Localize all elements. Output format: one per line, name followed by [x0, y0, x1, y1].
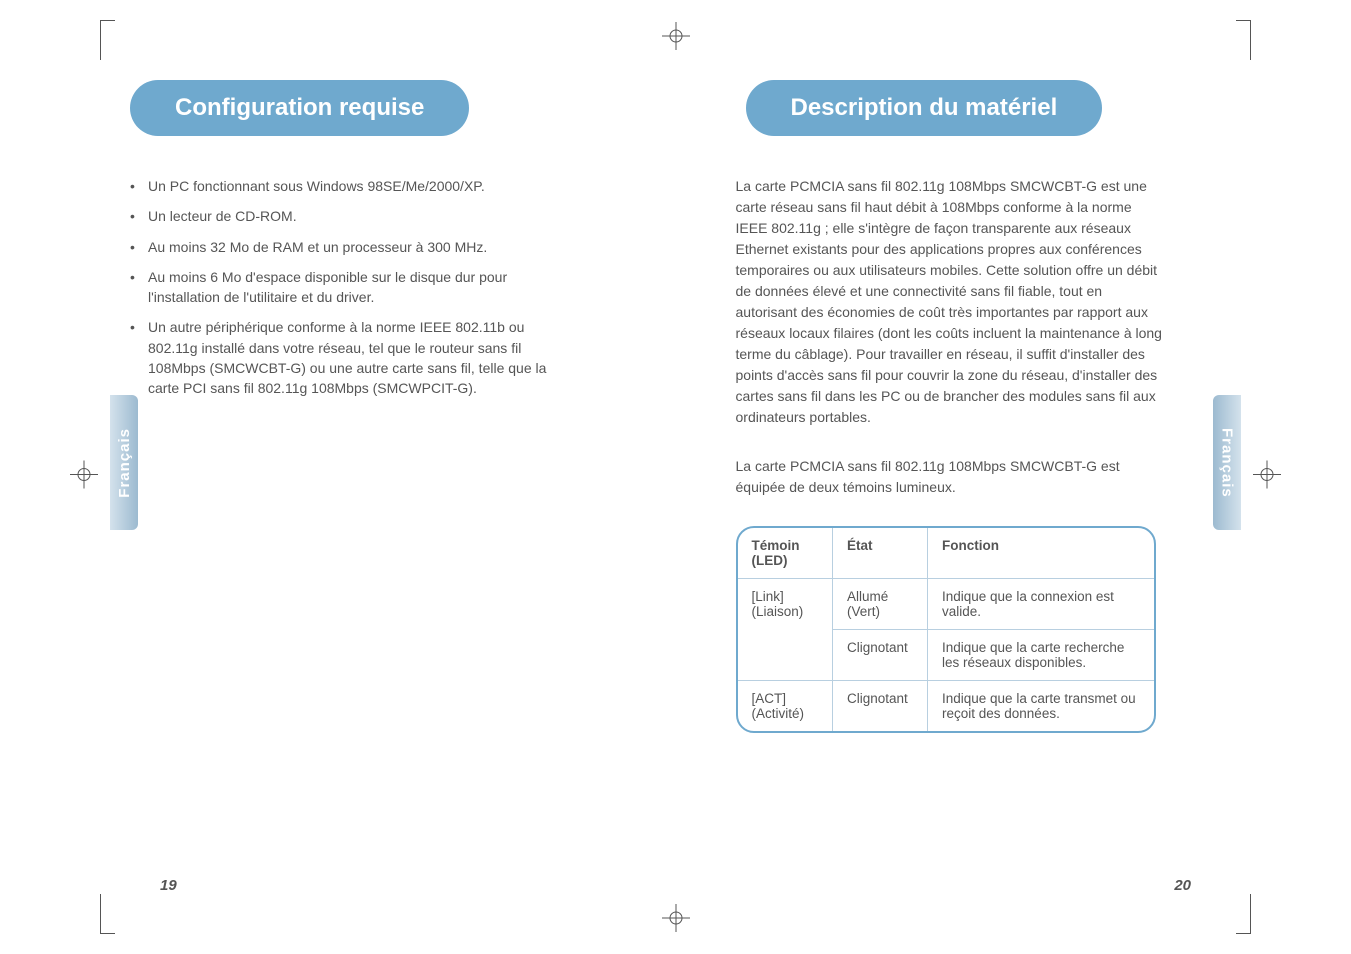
hardware-paragraph-2: La carte PCMCIA sans fil 802.11g 108Mbps…: [736, 456, 1166, 498]
table-header-row: Témoin (LED) État Fonction: [738, 528, 1154, 579]
list-item: Un autre périphérique conforme à la norm…: [130, 317, 550, 398]
table-cell: [Link] (Liaison): [738, 579, 833, 681]
table-cell: Clignotant: [833, 681, 928, 732]
table-cell: [ACT] (Activité): [738, 681, 833, 732]
table-row: [ACT] (Activité) Clignotant Indique que …: [738, 681, 1154, 732]
section-heading-config: Configuration requise: [130, 80, 469, 136]
table-header: État: [833, 528, 928, 579]
table-cell: Indique que la carte transmet ou reçoit …: [928, 681, 1154, 732]
list-item: Au moins 32 Mo de RAM et un processeur à…: [130, 237, 550, 257]
list-item: Un PC fonctionnant sous Windows 98SE/Me/…: [130, 176, 550, 196]
page-left: Configuration requise Un PC fonctionnant…: [0, 0, 676, 954]
table-header: Témoin (LED): [738, 528, 833, 579]
hardware-paragraph-1: La carte PCMCIA sans fil 802.11g 108Mbps…: [736, 176, 1166, 428]
list-item: Un lecteur de CD-ROM.: [130, 206, 550, 226]
led-table: Témoin (LED) État Fonction [Link] (Liais…: [736, 526, 1156, 733]
table-cell: Clignotant: [833, 630, 928, 681]
table-cell: Indique que la carte recherche les résea…: [928, 630, 1154, 681]
page-right: Description du matériel La carte PCMCIA …: [676, 0, 1351, 954]
table-cell: Indique que la connexion est valide.: [928, 579, 1154, 630]
section-heading-hardware: Description du matériel: [746, 80, 1103, 136]
table-row: [Link] (Liaison) Allumé (Vert) Indique q…: [738, 579, 1154, 630]
table-header: Fonction: [928, 528, 1154, 579]
table-cell: Allumé (Vert): [833, 579, 928, 630]
list-item: Au moins 6 Mo d'espace disponible sur le…: [130, 267, 550, 308]
requirements-list: Un PC fonctionnant sous Windows 98SE/Me/…: [120, 176, 550, 399]
